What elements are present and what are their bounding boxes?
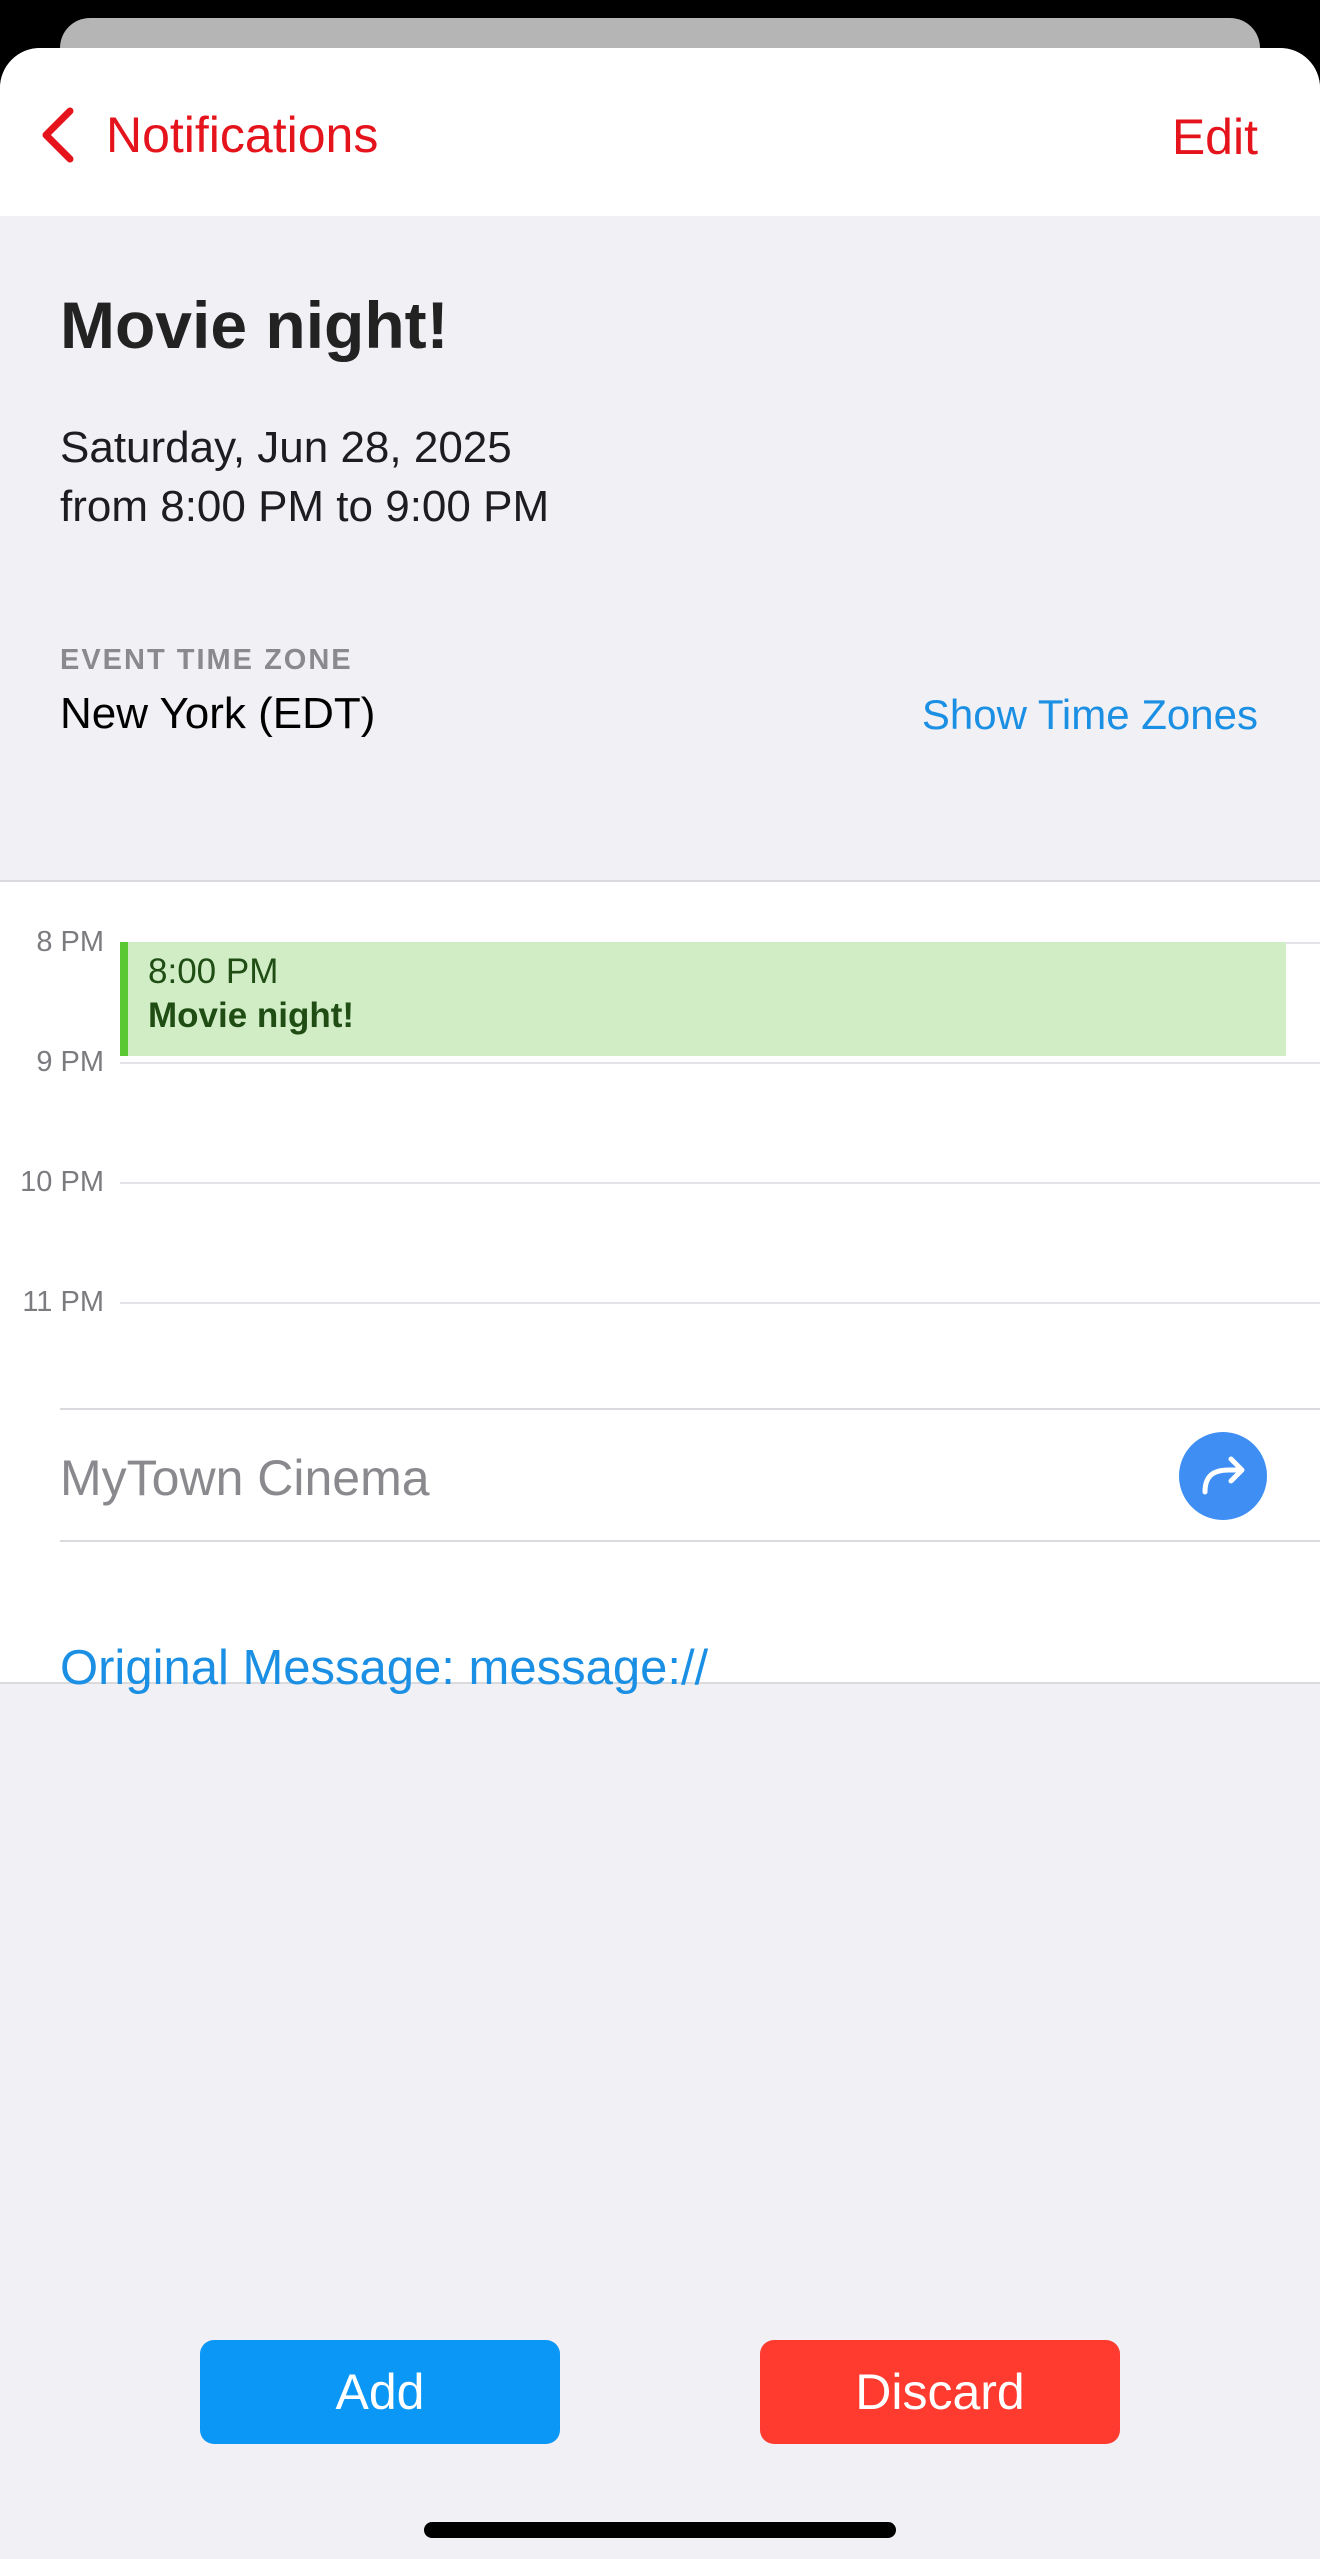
hour-divider xyxy=(120,1302,1320,1304)
discard-button[interactable]: Discard xyxy=(760,2340,1120,2444)
back-button[interactable]: Notifications xyxy=(36,100,378,170)
hour-label: 10 PM xyxy=(20,1166,104,1198)
event-details-card: 8 PM 9 PM 10 PM 11 PM 8:00 PM Movie nigh… xyxy=(0,880,1320,1693)
directions-button[interactable] xyxy=(1179,1432,1267,1520)
location-row[interactable]: MyTown Cinema xyxy=(60,1408,1320,1542)
chevron-left-icon xyxy=(42,107,74,163)
timezone-caption: EVENT TIME ZONE xyxy=(60,644,353,676)
add-button[interactable]: Add xyxy=(200,2340,560,2444)
hour-label: 8 PM xyxy=(36,926,104,958)
hour-divider xyxy=(120,1182,1320,1184)
event-date-time: Saturday, Jun 28, 2025 from 8:00 PM to 9… xyxy=(60,418,549,537)
hour-divider xyxy=(120,1062,1320,1064)
hour-row: 11 PM xyxy=(0,1282,1320,1322)
edit-button[interactable]: Edit xyxy=(1172,102,1258,172)
hour-row: 10 PM xyxy=(0,1162,1320,1202)
day-timeline: 8 PM 9 PM 10 PM 11 PM 8:00 PM Movie nigh… xyxy=(0,882,1320,1362)
timezone-value: New York (EDT) xyxy=(60,689,376,738)
show-time-zones-link[interactable]: Show Time Zones xyxy=(922,690,1258,740)
hour-label: 11 PM xyxy=(22,1286,104,1318)
hour-label: 9 PM xyxy=(36,1046,104,1078)
back-button-label: Notifications xyxy=(106,107,379,163)
event-sheet: Notifications Edit Movie night! Saturday… xyxy=(0,48,1320,2559)
event-block-time: 8:00 PM xyxy=(148,952,279,991)
event-block-title: Movie night! xyxy=(148,996,355,1035)
original-message-link[interactable]: Original Message: message:// xyxy=(60,1644,708,1693)
event-time-line: from 8:00 PM to 9:00 PM xyxy=(60,482,550,532)
location-name: MyTown Cinema xyxy=(60,1450,430,1506)
home-indicator xyxy=(424,2522,896,2538)
navigation-bar: Notifications Edit xyxy=(0,48,1320,216)
event-title: Movie night! xyxy=(60,288,449,362)
event-date-line: Saturday, Jun 28, 2025 xyxy=(60,423,512,472)
timeline-event-block[interactable]: 8:00 PM Movie night! xyxy=(120,942,1286,1056)
arrow-turn-up-right-icon xyxy=(1202,1456,1245,1495)
